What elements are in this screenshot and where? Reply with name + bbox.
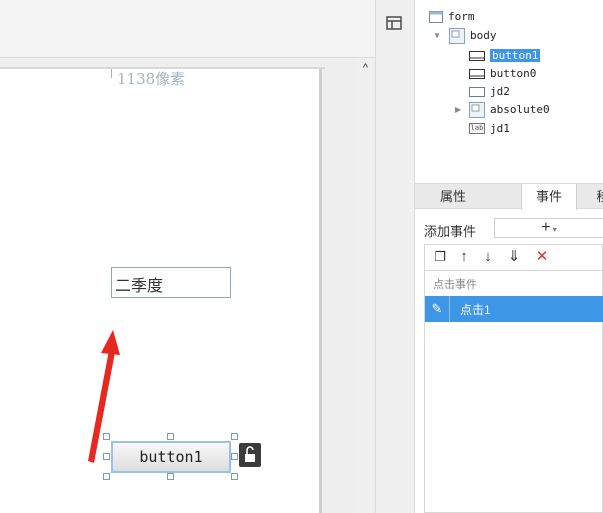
tree-label: body <box>470 29 497 42</box>
tree-node-jd1[interactable]: lab jd1 <box>469 120 510 137</box>
resize-handle-w[interactable] <box>103 453 110 460</box>
resize-handle-ne[interactable] <box>231 433 238 440</box>
width-ruler <box>111 69 112 78</box>
label-icon: lab <box>469 123 485 134</box>
button-icon <box>469 68 485 79</box>
move-down-icon[interactable]: ↓ <box>480 249 496 265</box>
add-event-button[interactable]: + ▾ <box>494 218 603 238</box>
event-group-label: 点击事件 <box>433 279 477 291</box>
tree-node-button0[interactable]: button0 <box>469 65 536 82</box>
tree-node-absolute0[interactable]: absolute0 <box>469 101 550 118</box>
design-area: 1138像素 ^ 二季度 button1 <box>0 0 375 513</box>
side-toolbar <box>375 0 415 513</box>
expand-arrow-icon[interactable]: ▶ <box>455 105 461 114</box>
tab-properties[interactable]: 属性 <box>415 184 491 209</box>
right-panel: form ▼ body button1 button0 jd2 ▶ absolu… <box>415 0 603 513</box>
tree-label: form <box>448 10 475 23</box>
collapse-arrow-icon[interactable]: ▼ <box>433 31 441 40</box>
scroll-up-icon[interactable]: ^ <box>357 60 374 77</box>
move-to-bottom-icon[interactable]: ⇓ <box>506 249 522 265</box>
event-list: 点击事件 ✎ 点击1 <box>424 270 603 513</box>
top-toolbar-strip <box>0 0 375 58</box>
add-event-label: 添加事件 <box>424 224 477 239</box>
copy-icon[interactable]: ❐ <box>432 249 448 265</box>
resize-handle-n[interactable] <box>167 433 174 440</box>
plus-icon: + <box>541 219 551 236</box>
button1-widget[interactable]: button1 <box>111 441 231 473</box>
event-item[interactable]: ✎ 点击1 <box>425 296 603 322</box>
form-icon <box>429 10 443 23</box>
vertical-scrollbar[interactable] <box>357 58 374 513</box>
panel-tabs: 属性 事件 移 <box>415 183 603 210</box>
canvas-width-label: 1138像素 <box>117 70 186 88</box>
tree-node-button1[interactable]: button1 <box>469 47 541 64</box>
resize-handle-nw[interactable] <box>103 433 110 440</box>
edit-icon[interactable]: ✎ <box>425 296 450 322</box>
tree-label: jd2 <box>490 85 510 98</box>
tree-label: jd1 <box>490 122 510 135</box>
container-icon <box>449 27 465 44</box>
resize-handle-sw[interactable] <box>103 473 110 480</box>
layout-icon[interactable] <box>386 15 402 31</box>
button-icon <box>469 50 485 61</box>
tree-node-body[interactable]: body <box>449 27 497 44</box>
tree-node-jd2[interactable]: jd2 <box>469 83 510 100</box>
text-field-icon <box>469 86 485 97</box>
dropdown-icon: ▾ <box>550 225 557 234</box>
tree-label: absolute0 <box>490 103 550 116</box>
tab-events[interactable]: 事件 <box>521 184 577 210</box>
unlock-icon[interactable] <box>239 443 261 467</box>
tree-label: button0 <box>490 67 537 80</box>
event-toolbar: ❐ ↑ ↓ ⇓ ✕ <box>424 244 603 270</box>
event-item-label: 点击1 <box>460 303 491 317</box>
text-field-widget[interactable]: 二季度 <box>111 267 231 298</box>
component-tree: form ▼ body button1 button0 jd2 ▶ absolu… <box>415 0 603 183</box>
delete-icon[interactable]: ✕ <box>534 249 550 265</box>
resize-handle-s[interactable] <box>167 473 174 480</box>
tree-label: button1 <box>490 49 541 62</box>
tree-node-form[interactable]: form <box>429 8 475 25</box>
move-up-icon[interactable]: ↑ <box>456 249 472 265</box>
resize-handle-se[interactable] <box>231 473 238 480</box>
resize-handle-e[interactable] <box>231 453 238 460</box>
tab-more[interactable]: 移 <box>595 184 603 209</box>
add-event-row: 添加事件 + ▾ <box>415 215 603 241</box>
container-icon <box>469 101 485 118</box>
